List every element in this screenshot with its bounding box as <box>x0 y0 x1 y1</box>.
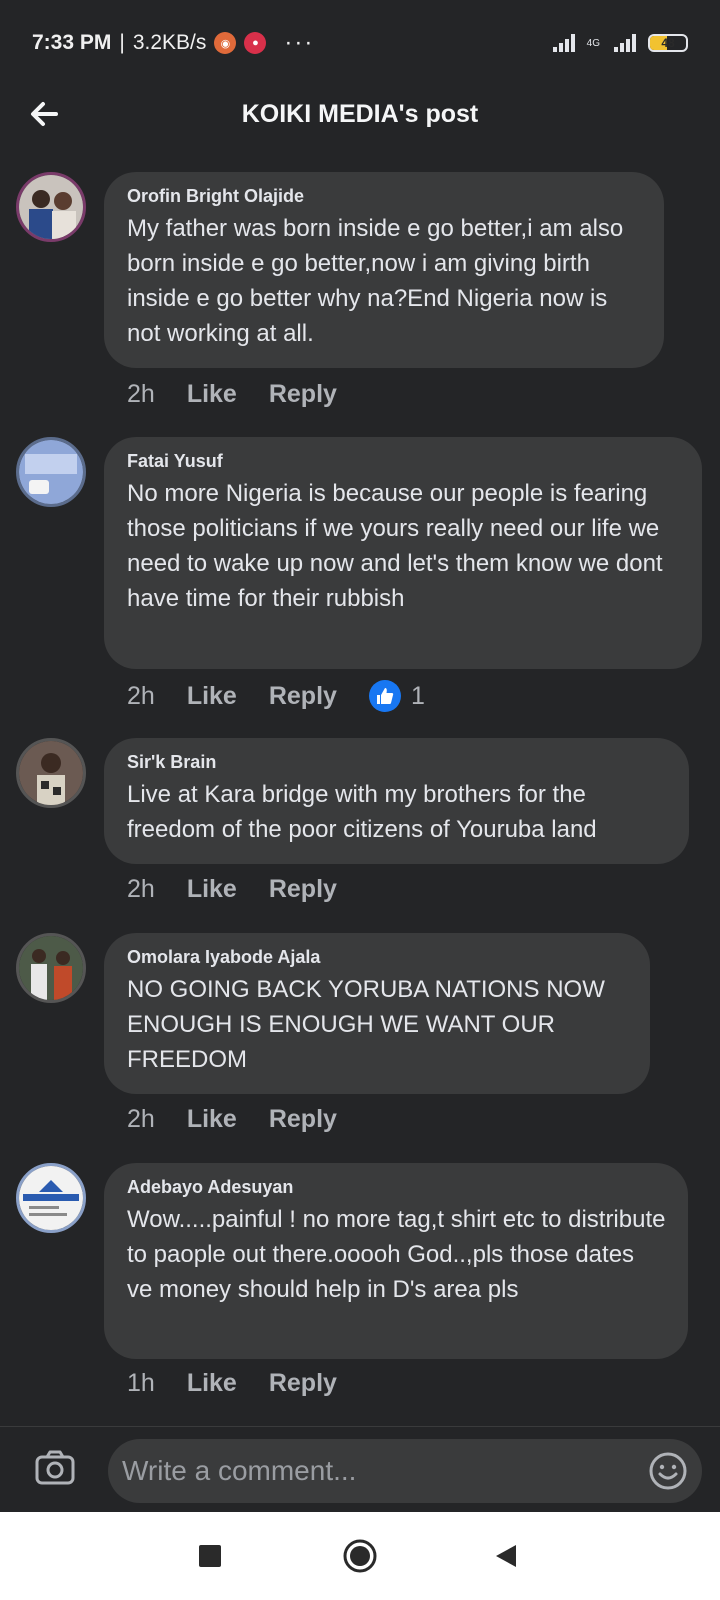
like-button[interactable]: Like <box>187 1369 237 1398</box>
reaction-count: 1 <box>410 681 425 710</box>
square-icon[interactable] <box>188 1534 232 1578</box>
like-button[interactable]: Like <box>187 682 237 711</box>
post-header: KOIKI MEDIA's post <box>0 86 720 142</box>
page-title: KOIKI MEDIA's post <box>241 99 479 128</box>
arrow-left-icon[interactable] <box>26 96 62 132</box>
comment-author[interactable]: Adebayo Adesuyan <box>127 1177 666 1198</box>
avatar[interactable] <box>16 172 86 242</box>
comment-bubble[interactable]: Fatai Yusuf No more Nigeria is because o… <box>104 437 702 669</box>
comment-text: Wow.....painful ! no more tag,t shirt et… <box>127 1206 666 1303</box>
notification-app-icon-2: ● <box>244 32 267 54</box>
avatar[interactable] <box>16 933 86 1003</box>
status-separator: | <box>119 31 125 54</box>
comment-bubble[interactable]: Adebayo Adesuyan Wow.....painful ! no mo… <box>104 1163 688 1359</box>
status-time: 7:33 PM <box>32 31 112 54</box>
emoji-icon[interactable] <box>648 1451 688 1491</box>
comment-time[interactable]: 2h <box>127 1105 155 1134</box>
triangle-back-icon[interactable] <box>484 1534 528 1578</box>
comment-composer: Write a comment... <box>0 1426 720 1512</box>
comment-actions: 2h Like Reply <box>127 1105 337 1134</box>
network-type: 4G <box>586 37 600 49</box>
comment-actions: 2h Like Reply <box>127 380 337 409</box>
comment-bubble[interactable]: Orofin Bright Olajide My father was born… <box>104 172 664 368</box>
reply-button[interactable]: Reply <box>269 875 337 904</box>
battery-icon: 48 <box>648 34 688 52</box>
reply-button[interactable]: Reply <box>269 1369 337 1398</box>
status-right: 4G 48 <box>552 34 688 52</box>
comment-author[interactable]: Omolara Iyabode Ajala <box>127 947 628 968</box>
reply-button[interactable]: Reply <box>269 682 337 711</box>
signal-icon <box>552 34 575 52</box>
comment-actions: 1h Like Reply <box>127 1369 337 1398</box>
comment-text: No more Nigeria is because our people is… <box>127 480 663 612</box>
reply-button[interactable]: Reply <box>269 380 337 409</box>
comment-bubble[interactable]: Sir'k Brain Live at Kara bridge with my … <box>104 738 689 864</box>
thumbs-up-icon <box>368 680 401 712</box>
avatar[interactable] <box>16 1163 86 1233</box>
comment-actions: 2h Like Reply <box>127 875 337 904</box>
status-left: 7:33 PM | 3.2KB/s ◉ ● ··· <box>32 29 314 57</box>
comment-input-placeholder: Write a comment... <box>122 1455 357 1486</box>
avatar[interactable] <box>16 437 86 507</box>
comment-time[interactable]: 2h <box>127 380 155 409</box>
more-notifications-icon: ··· <box>284 29 315 56</box>
comment-actions: 2h Like Reply 1 <box>127 680 425 712</box>
comment-time[interactable]: 2h <box>127 682 155 711</box>
comment-author[interactable]: Sir'k Brain <box>127 752 667 773</box>
comment-text: Live at Kara bridge with my brothers for… <box>127 781 597 843</box>
status-bar: 7:33 PM | 3.2KB/s ◉ ● ··· 4G 48 <box>0 0 720 86</box>
comment-bubble[interactable]: Omolara Iyabode Ajala NO GOING BACK YORU… <box>104 933 650 1094</box>
like-button[interactable]: Like <box>187 875 237 904</box>
system-nav-bar <box>0 1512 720 1600</box>
camera-icon[interactable] <box>34 1447 76 1489</box>
comment-text: NO GOING BACK YORUBA NATIONS NOW ENOUGH … <box>127 976 605 1073</box>
avatar[interactable] <box>16 738 86 808</box>
net-speed: 3.2KB/s <box>132 31 207 54</box>
notification-app-icon: ◉ <box>214 32 237 54</box>
comment-text: My father was born inside e go better,i … <box>127 215 624 347</box>
like-button[interactable]: Like <box>187 1105 237 1134</box>
comment-time[interactable]: 2h <box>127 875 155 904</box>
comment-input[interactable]: Write a comment... <box>108 1439 702 1503</box>
like-button[interactable]: Like <box>187 380 237 409</box>
circle-icon[interactable] <box>338 1534 382 1578</box>
signal-icon-2 <box>614 34 636 52</box>
comment-author[interactable]: Orofin Bright Olajide <box>127 186 642 207</box>
battery-level: 48 <box>661 36 675 50</box>
reply-button[interactable]: Reply <box>269 1105 337 1134</box>
comment-author[interactable]: Fatai Yusuf <box>127 451 680 472</box>
comment-time[interactable]: 1h <box>127 1369 155 1398</box>
reaction-summary[interactable]: 1 <box>368 680 425 712</box>
